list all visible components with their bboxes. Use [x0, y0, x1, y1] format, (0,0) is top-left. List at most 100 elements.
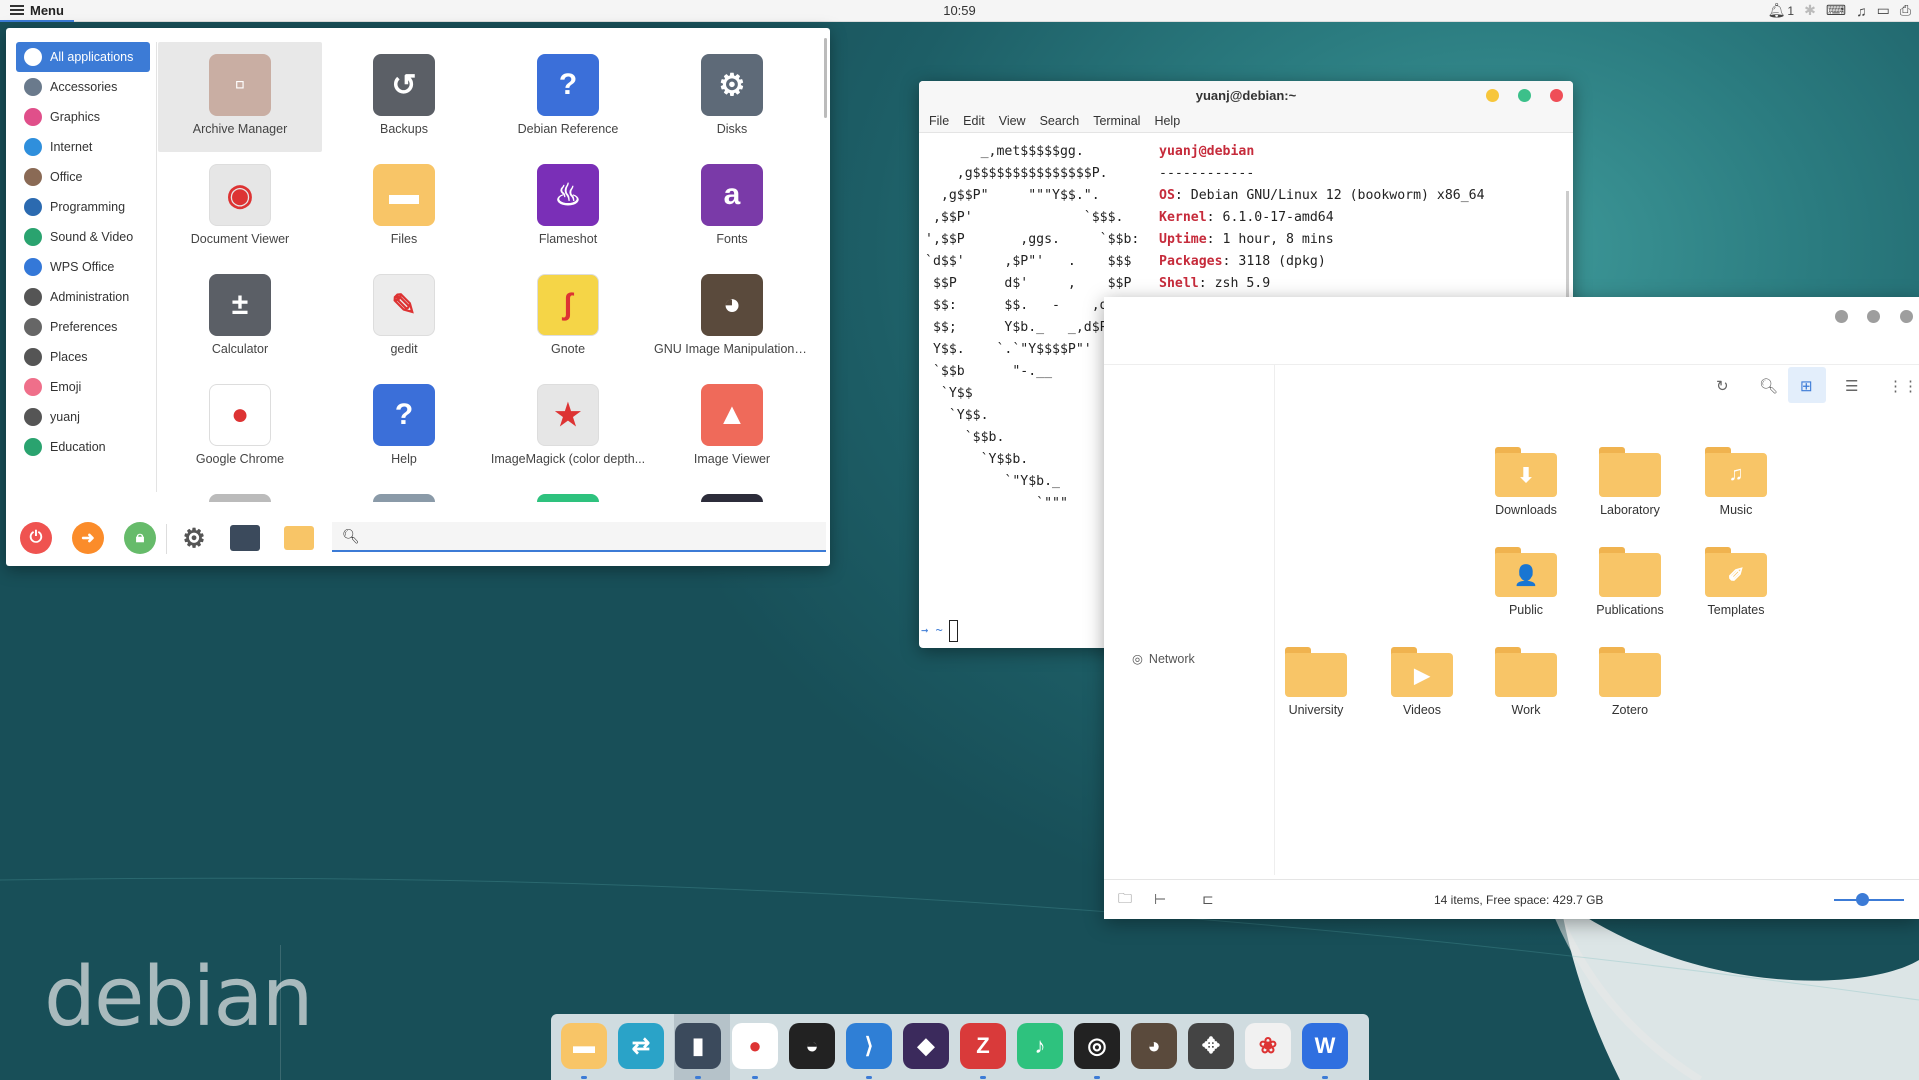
close-button[interactable]: [1900, 310, 1913, 323]
app-item[interactable]: ▬ Files: [322, 152, 486, 262]
dock-item-zotero[interactable]: Z: [960, 1023, 1006, 1069]
dock-item-inkscape[interactable]: ✥: [1188, 1023, 1234, 1069]
menu-item-terminal[interactable]: Terminal: [1093, 114, 1140, 128]
folder-icon[interactable]: 🗀: [1118, 888, 1132, 912]
application-menu: All applications Accessories Graphics Inter…: [6, 28, 830, 566]
clock[interactable]: 10:59: [0, 3, 1919, 18]
app-item[interactable]: ? Debian Reference: [486, 42, 650, 152]
category-emoji[interactable]: Emoji: [16, 372, 150, 402]
close-button[interactable]: [1550, 89, 1563, 102]
settings-button[interactable]: ⚙: [178, 522, 210, 554]
minimize-button[interactable]: [1486, 89, 1499, 102]
dock-item-files[interactable]: ▬: [561, 1023, 607, 1069]
app-item[interactable]: ∫ Gnote: [486, 262, 650, 372]
app-item[interactable]: ▲ Image Viewer: [650, 372, 814, 482]
screen-icon[interactable]: ▭: [1877, 2, 1890, 19]
dock-item-qq[interactable]: ◒: [789, 1023, 835, 1069]
printer-icon[interactable]: ⎙: [1900, 2, 1911, 19]
dock-item-music[interactable]: ♪: [1017, 1023, 1063, 1069]
category-administration[interactable]: Administration: [16, 282, 150, 312]
category-wps-office[interactable]: WPS Office: [16, 252, 150, 282]
category-yuanj[interactable]: yuanj: [16, 402, 150, 432]
app-item-partial[interactable]: [537, 494, 599, 502]
dock-item-obsidian[interactable]: ◆: [903, 1023, 949, 1069]
maximize-button[interactable]: [1518, 89, 1531, 102]
dock-item-chrome[interactable]: ●: [732, 1023, 778, 1069]
category-graphics[interactable]: Graphics: [16, 102, 150, 132]
dock-item-terminal[interactable]: ▮: [675, 1023, 721, 1069]
menu-item-file[interactable]: File: [929, 114, 949, 128]
category-education[interactable]: Education: [16, 432, 150, 462]
folder-item[interactable]: Work: [1476, 647, 1576, 717]
app-item-partial[interactable]: [701, 494, 763, 502]
category-preferences[interactable]: Preferences: [16, 312, 150, 342]
app-item[interactable]: ● Google Chrome: [158, 372, 322, 482]
category-office[interactable]: Office: [16, 162, 150, 192]
category-internet[interactable]: Internet: [16, 132, 150, 162]
folder-item[interactable]: University: [1266, 647, 1366, 717]
file-manager-titlebar[interactable]: [1104, 297, 1919, 365]
dock-item-remote-desktop[interactable]: ⇄: [618, 1023, 664, 1069]
sidebar-item-network[interactable]: ◎ Network: [1132, 651, 1195, 667]
notifications-applet[interactable]: 🔔︎ 1: [1768, 2, 1794, 19]
files-button[interactable]: [284, 526, 314, 550]
folder-item[interactable]: ✐ Templates: [1686, 547, 1786, 617]
app-item[interactable]: ↺ Backups: [322, 42, 486, 152]
menu-scrollbar[interactable]: [824, 38, 827, 118]
reload-icon[interactable]: ↻: [1716, 377, 1729, 395]
terminal-titlebar[interactable]: yuanj@debian:~: [919, 81, 1573, 109]
search-box[interactable]: 🔍︎: [332, 522, 826, 552]
minimize-button[interactable]: [1835, 310, 1848, 323]
app-item[interactable]: a Fonts: [650, 152, 814, 262]
folder-item[interactable]: ♫ Music: [1686, 447, 1786, 517]
app-item[interactable]: ◕ GNU Image Manipulation P...: [650, 262, 814, 372]
folder-item[interactable]: Laboratory: [1580, 447, 1680, 517]
category-sound-video[interactable]: Sound & Video: [16, 222, 150, 252]
dock-item-gimp[interactable]: ◕: [1131, 1023, 1177, 1069]
menu-item-view[interactable]: View: [999, 114, 1026, 128]
logout-button[interactable]: ➜: [72, 522, 104, 554]
dock-item-vscode[interactable]: ⟩: [846, 1023, 892, 1069]
terminal-button[interactable]: [230, 525, 260, 551]
search-icon[interactable]: 🔍︎: [1759, 377, 1778, 395]
music-icon[interactable]: ♫: [1856, 3, 1867, 19]
dock-item-photos[interactable]: ❀: [1245, 1023, 1291, 1069]
app-item-partial[interactable]: [373, 494, 435, 502]
app-item[interactable]: ⚙ Disks: [650, 42, 814, 152]
sidebar-toggle-icon[interactable]: ⊏: [1202, 891, 1214, 908]
folder-item[interactable]: Publications: [1580, 547, 1680, 617]
category-places[interactable]: Places: [16, 342, 150, 372]
zoom-slider[interactable]: [1834, 899, 1904, 901]
folder-item[interactable]: ⬇ Downloads: [1476, 447, 1576, 517]
menu-item-search[interactable]: Search: [1040, 114, 1080, 128]
list-view-icon[interactable]: ☰: [1845, 377, 1858, 395]
tree-icon[interactable]: ⊢: [1154, 891, 1166, 908]
folder-item[interactable]: ▶ Videos: [1372, 647, 1472, 717]
category-all-applications[interactable]: All applications: [16, 42, 150, 72]
compact-view-icon[interactable]: ⋮⋮: [1888, 377, 1918, 395]
category-accessories[interactable]: Accessories: [16, 72, 150, 102]
category-programming[interactable]: Programming: [16, 192, 150, 222]
app-item[interactable]: ? Help: [322, 372, 486, 482]
app-item[interactable]: ± Calculator: [158, 262, 322, 372]
lock-button[interactable]: 🔒︎: [124, 522, 156, 554]
shell-prompt[interactable]: → ~: [921, 619, 958, 642]
menu-item-edit[interactable]: Edit: [963, 114, 985, 128]
app-item[interactable]: ▫ Archive Manager: [158, 42, 322, 152]
maximize-button[interactable]: [1867, 310, 1880, 323]
app-item-partial[interactable]: [209, 494, 271, 502]
dock-item-wps[interactable]: W: [1302, 1023, 1348, 1069]
app-item[interactable]: ◉ Document Viewer: [158, 152, 322, 262]
bluetooth-icon[interactable]: ✱: [1804, 2, 1816, 19]
menu-item-help[interactable]: Help: [1154, 114, 1180, 128]
power-button[interactable]: ⏻: [20, 522, 52, 554]
zoom-slider-handle[interactable]: [1856, 893, 1869, 906]
app-item[interactable]: ★ ImageMagick (color depth...: [486, 372, 650, 482]
keyboard-layout-icon[interactable]: ⌨: [1826, 2, 1846, 19]
dock-item-obs[interactable]: ◎: [1074, 1023, 1120, 1069]
app-item[interactable]: ✎ gedit: [322, 262, 486, 372]
app-item[interactable]: ♨ Flameshot: [486, 152, 650, 262]
folder-item[interactable]: 👤 Public: [1476, 547, 1576, 617]
search-input[interactable]: [367, 528, 808, 544]
folder-item[interactable]: Zotero: [1580, 647, 1680, 717]
